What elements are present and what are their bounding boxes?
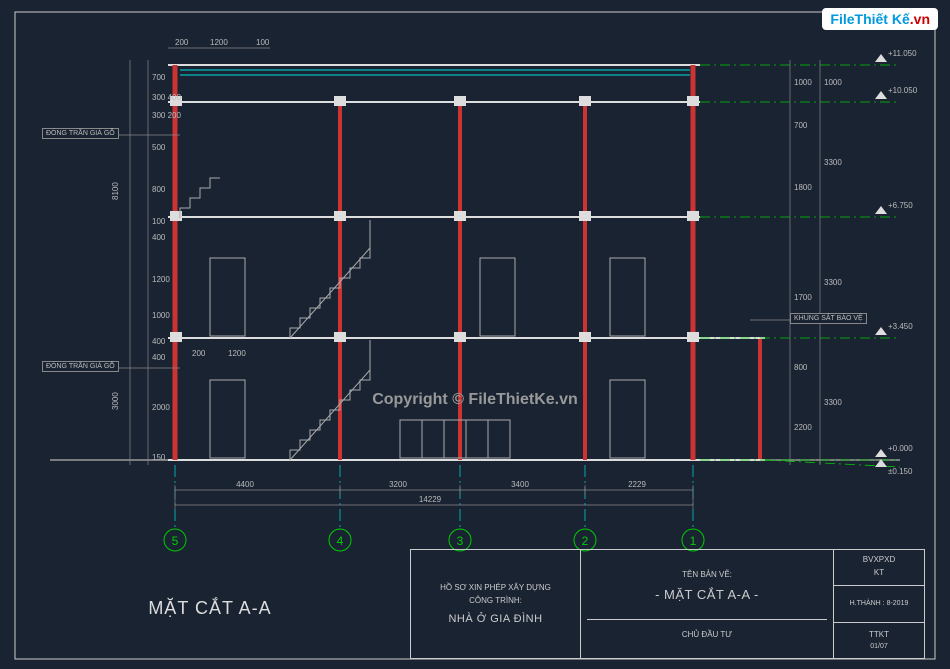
svg-text:200: 200 [192, 349, 206, 358]
tb-code2: KT [874, 568, 884, 577]
svg-text:14229: 14229 [419, 495, 442, 504]
svg-text:700: 700 [794, 121, 808, 130]
title-block: HỒ SƠ XIN PHÉP XÂY DỰNG CÔNG TRÌNH: NHÀ … [410, 549, 925, 659]
svg-text:8100: 8100 [111, 182, 120, 200]
svg-text:1: 1 [690, 534, 697, 548]
svg-text:+10.050: +10.050 [888, 86, 918, 95]
tb-sheet-code: TTKT [869, 630, 889, 639]
label-ceiling-lower: ĐÓNG TRẦN GIÁ GỖ [42, 361, 119, 372]
svg-text:2: 2 [582, 534, 589, 548]
svg-text:1800: 1800 [794, 183, 812, 192]
svg-text:400: 400 [152, 233, 166, 242]
cad-canvas: +11.050 +10.050 +6.750 +3.450 +0.000 ±0.… [0, 0, 950, 669]
svg-text:300 400: 300 400 [152, 93, 181, 102]
svg-text:3400: 3400 [511, 480, 529, 489]
svg-text:1200: 1200 [228, 349, 246, 358]
svg-text:±0.150: ±0.150 [888, 467, 913, 476]
svg-text:100: 100 [152, 217, 166, 226]
svg-text:1700: 1700 [794, 293, 812, 302]
label-guard: KHUNG SẮT BẢO VỆ [790, 313, 867, 324]
svg-text:4: 4 [337, 534, 344, 548]
svg-text:3200: 3200 [389, 480, 407, 489]
svg-text:1200: 1200 [210, 38, 228, 47]
tb-code1: BVXPXD [863, 555, 895, 564]
tb-sheet-name: - MẶT CẮT A-A - [655, 587, 759, 602]
svg-text:+0.000: +0.000 [888, 444, 913, 453]
svg-text:1000: 1000 [824, 78, 842, 87]
tb-project-label: CÔNG TRÌNH: [469, 596, 522, 605]
svg-text:500: 500 [152, 143, 166, 152]
svg-text:1000: 1000 [152, 311, 170, 320]
svg-text:4400: 4400 [236, 480, 254, 489]
svg-text:+11.050: +11.050 [888, 49, 917, 58]
svg-text:400: 400 [152, 337, 166, 346]
tb-sheet-label: TÊN BẢN VẼ: [682, 570, 732, 579]
tb-owner-label: CHỦ ĐẦU TƯ [682, 630, 732, 639]
svg-text:300 200: 300 200 [152, 111, 181, 120]
svg-text:3300: 3300 [824, 158, 842, 167]
drawing-title: MẶT CẮT A-A [0, 598, 420, 619]
tb-sheet-num: 01/07 [870, 643, 888, 650]
watermark: Copyright © FileThietKe.vn [0, 391, 950, 409]
svg-text:700: 700 [152, 73, 166, 82]
svg-text:200: 200 [175, 38, 189, 47]
tb-project-type: HỒ SƠ XIN PHÉP XÂY DỰNG [440, 583, 551, 592]
svg-text:+3.450: +3.450 [888, 322, 913, 331]
svg-text:3300: 3300 [824, 278, 842, 287]
svg-text:150: 150 [152, 453, 166, 462]
svg-text:400: 400 [152, 353, 166, 362]
tb-date: H.THÀNH : 8-2019 [850, 600, 909, 607]
svg-text:1200: 1200 [152, 275, 170, 284]
tb-project-name: NHÀ Ở GIA ĐÌNH [448, 613, 542, 625]
svg-text:800: 800 [152, 185, 166, 194]
label-ceiling-upper: ĐÓNG TRẦN GIÁ GỖ [42, 128, 119, 139]
svg-text:2229: 2229 [628, 480, 646, 489]
svg-text:+6.750: +6.750 [888, 201, 913, 210]
svg-text:5: 5 [172, 534, 179, 548]
svg-text:100: 100 [256, 38, 270, 47]
svg-text:800: 800 [794, 363, 808, 372]
svg-text:1000: 1000 [794, 78, 812, 87]
svg-text:3: 3 [457, 534, 464, 548]
site-logo: FileThiết Kế.vn [822, 8, 938, 30]
svg-text:2200: 2200 [794, 423, 812, 432]
